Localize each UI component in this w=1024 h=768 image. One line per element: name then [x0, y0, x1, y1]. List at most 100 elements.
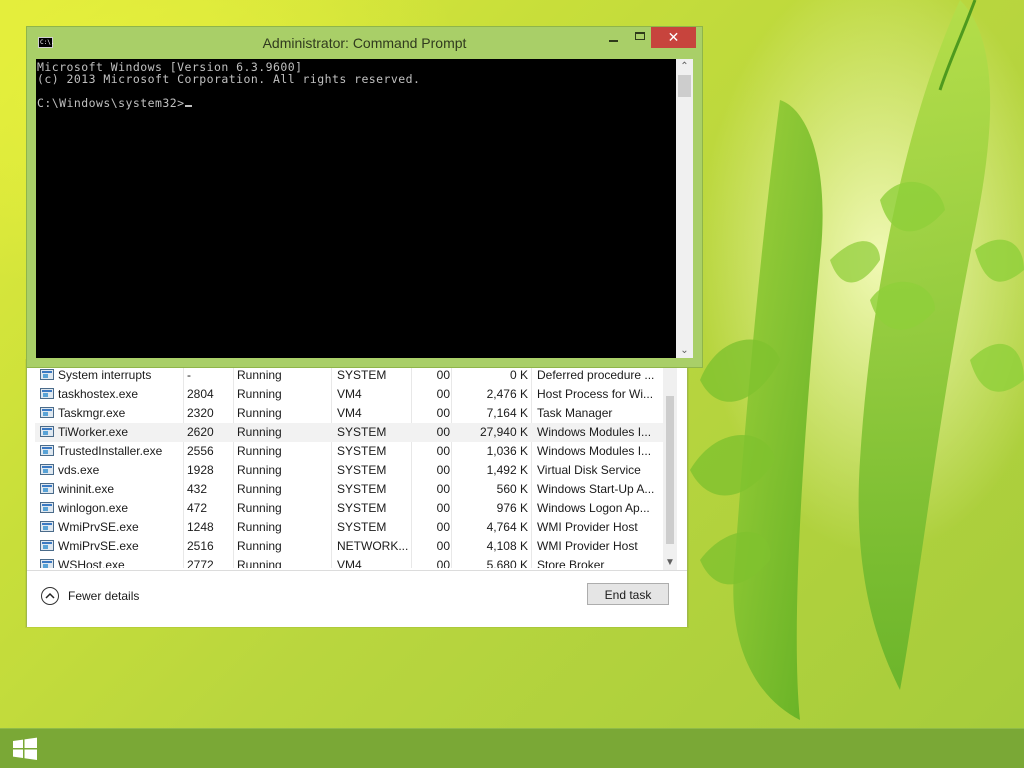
process-memory: 1,492 K	[486, 463, 528, 477]
process-memory: 976 K	[496, 501, 528, 515]
scroll-down-arrow-icon[interactable]: ▼	[663, 556, 677, 570]
table-row[interactable]: TiWorker.exe 2620 Running SYSTEM 00 27,940 K W…	[35, 423, 665, 442]
process-user: NETWORK...	[337, 539, 409, 553]
process-cpu: 00	[436, 463, 450, 477]
process-user: SYSTEM	[337, 520, 387, 534]
minimize-button[interactable]	[600, 27, 626, 48]
chevron-up-icon	[41, 587, 59, 605]
process-description: Windows Logon Ap...	[537, 501, 650, 515]
text-cursor	[185, 105, 193, 107]
process-pid: 1928	[187, 463, 214, 477]
process-user: SYSTEM	[337, 482, 387, 496]
process-memory: 7,164 K	[486, 406, 528, 420]
console-line: (c) 2013 Microsoft Corporation. All righ…	[37, 72, 421, 86]
end-task-button[interactable]: End task	[587, 583, 669, 605]
table-row[interactable]: vds.exe 1928 Running SYSTEM 00 1,492 K Virtual…	[35, 461, 665, 480]
command-prompt-window[interactable]: C:\. Administrator: Command Prompt ✕ Mic…	[26, 26, 703, 368]
process-pid: 432	[187, 482, 208, 496]
process-cpu: 00	[436, 520, 450, 534]
process-pid: 2772	[187, 558, 214, 568]
process-table: System interrupts - Running SYSTEM 00 0 K Defe…	[35, 366, 665, 568]
window-app-icon	[40, 521, 54, 532]
process-name: winlogon.exe	[58, 501, 129, 515]
process-pid: -	[187, 368, 191, 382]
task-manager-footer: Fewer details End task	[27, 570, 687, 627]
table-row[interactable]: wininit.exe 432 Running SYSTEM 00 560 K Window…	[35, 480, 665, 499]
table-row[interactable]: TrustedInstaller.exe 2556 Running SYSTEM 00 1…	[35, 442, 665, 461]
process-status: Running	[237, 558, 282, 568]
process-table-scrollbar[interactable]: ▼	[663, 366, 677, 570]
table-row[interactable]: WmiPrvSE.exe 2516 Running NETWORK... 00 4,108…	[35, 537, 665, 556]
process-icon	[40, 426, 54, 438]
process-description: WMI Provider Host	[537, 520, 638, 534]
process-user: SYSTEM	[337, 501, 387, 515]
process-user: SYSTEM	[337, 463, 387, 477]
process-icon	[40, 540, 54, 552]
process-cpu: 00	[436, 482, 450, 496]
process-status: Running	[237, 425, 282, 439]
process-name: WSHost.exe	[58, 558, 125, 568]
process-name: TiWorker.exe	[58, 425, 129, 439]
table-row[interactable]: taskhostex.exe 2804 Running VM4 00 2,476 K Hos…	[35, 385, 665, 404]
process-status: Running	[237, 520, 282, 534]
process-pid: 2804	[187, 387, 214, 401]
scrollbar-thumb[interactable]	[666, 396, 674, 544]
process-user: VM4	[337, 406, 362, 420]
window-app-icon	[40, 502, 54, 513]
table-row[interactable]: Taskmgr.exe 2320 Running VM4 00 7,164 K Task M…	[35, 404, 665, 423]
process-pid: 1248	[187, 520, 214, 534]
process-cpu: 00	[436, 558, 450, 568]
process-description: Deferred procedure ...	[537, 368, 655, 382]
scroll-up-arrow-icon[interactable]: ⌃	[676, 59, 693, 74]
process-icon	[40, 502, 54, 514]
process-description: Task Manager	[537, 406, 613, 420]
window-app-icon	[40, 388, 54, 399]
process-status: Running	[237, 482, 282, 496]
process-memory: 4,108 K	[486, 539, 528, 553]
process-user: SYSTEM	[337, 425, 387, 439]
window-app-icon	[40, 540, 54, 551]
console-output[interactable]: Microsoft Windows [Version 6.3.9600] (c)…	[36, 59, 676, 358]
table-row[interactable]: WSHost.exe 2772 Running VM4 00 5,680 K Store B…	[35, 556, 665, 568]
table-row[interactable]: winlogon.exe 472 Running SYSTEM 00 976 K Windo…	[35, 499, 665, 518]
process-memory: 2,476 K	[486, 387, 528, 401]
process-name: TrustedInstaller.exe	[58, 444, 163, 458]
process-name: taskhostex.exe	[58, 387, 139, 401]
window-app-icon	[40, 464, 54, 475]
process-icon	[40, 369, 54, 381]
start-button[interactable]	[10, 735, 40, 763]
process-description: Virtual Disk Service	[537, 463, 641, 477]
process-description: WMI Provider Host	[537, 539, 638, 553]
process-memory: 27,940 K	[479, 425, 528, 439]
cmd-title-bar[interactable]: C:\. Administrator: Command Prompt ✕	[27, 27, 702, 57]
process-description: Windows Start-Up A...	[537, 482, 655, 496]
process-icon	[40, 464, 54, 476]
process-icon	[40, 445, 54, 457]
process-status: Running	[237, 387, 282, 401]
process-status: Running	[237, 368, 282, 382]
process-status: Running	[237, 539, 282, 553]
process-status: Running	[237, 463, 282, 477]
scrollbar-thumb[interactable]	[678, 75, 691, 97]
table-row[interactable]: WmiPrvSE.exe 1248 Running SYSTEM 00 4,764 K WM…	[35, 518, 665, 537]
process-cpu: 00	[436, 444, 450, 458]
maximize-button[interactable]	[627, 27, 653, 48]
process-status: Running	[237, 406, 282, 420]
process-pid: 472	[187, 501, 208, 515]
process-icon	[40, 559, 54, 568]
console-prompt: C:\Windows\system32>	[37, 96, 185, 110]
console-scrollbar[interactable]: ⌃ ⌄	[676, 59, 693, 358]
process-icon	[40, 483, 54, 495]
window-app-icon	[40, 445, 54, 456]
window-app-icon	[40, 483, 54, 494]
process-cpu: 00	[436, 501, 450, 515]
close-button[interactable]: ✕	[651, 27, 696, 48]
process-user: SYSTEM	[337, 444, 387, 458]
window-app-icon	[40, 559, 54, 568]
fewer-details-button[interactable]: Fewer details	[41, 585, 139, 607]
scroll-down-arrow-icon[interactable]: ⌄	[676, 343, 693, 358]
close-icon: ✕	[667, 29, 680, 45]
process-name: System interrupts	[58, 368, 152, 382]
process-user: VM4	[337, 387, 362, 401]
table-row[interactable]: System interrupts - Running SYSTEM 00 0 K Defe…	[35, 366, 665, 385]
